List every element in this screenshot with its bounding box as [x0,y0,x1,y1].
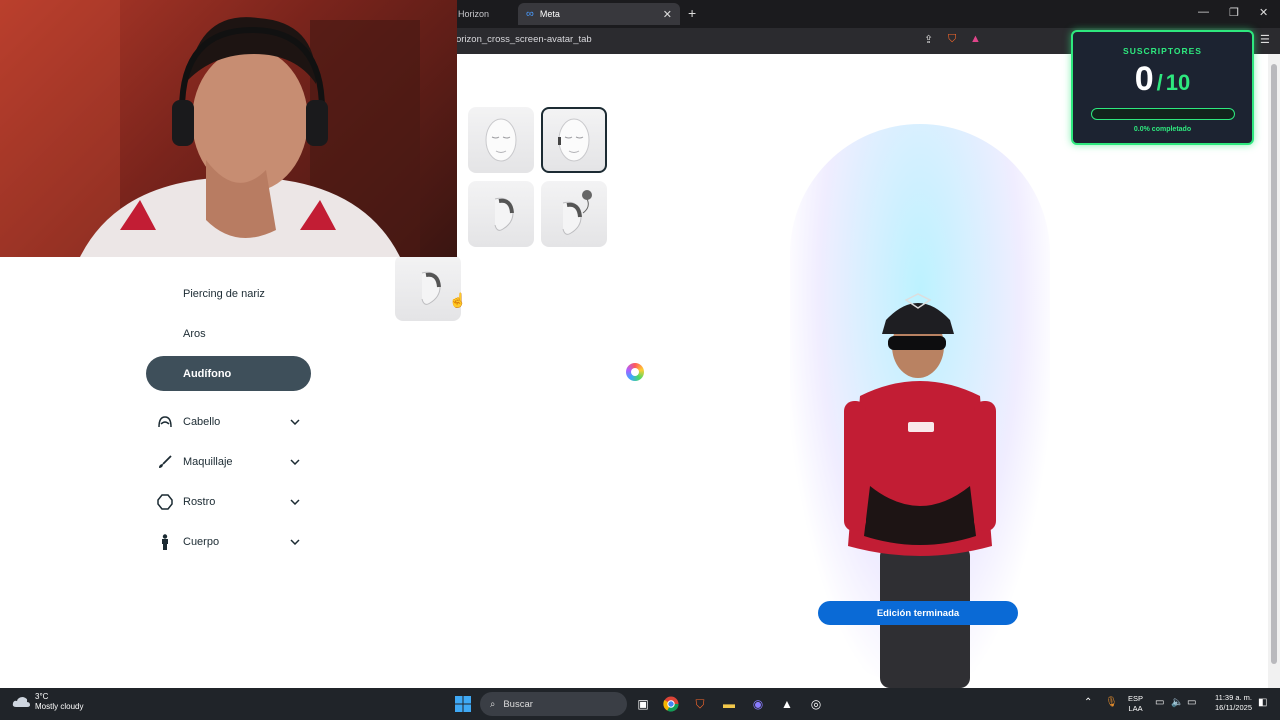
search-icon: ⌕ [490,698,496,710]
tab-horizon[interactable]: Horizon [450,3,514,25]
notification-icon[interactable]: ◧ [1258,697,1267,708]
weather-widget[interactable]: 3°C Mostly cloudy [12,692,83,712]
keyboard-layout: LAA [1128,704,1143,713]
clock-time: 11:39 a. m. [1215,693,1252,702]
network-icon[interactable]: ▭ [1155,697,1164,708]
chevron-down-icon [290,536,300,548]
brave-shield-icon[interactable]: ⛉ [948,33,956,46]
menu-item-label: Audífono [183,367,232,380]
clock[interactable]: 11:39 a. m. 16/11/2025 [1206,693,1252,713]
finish-editing-button[interactable]: Edición terminada [818,601,1018,625]
category-label: Cuerpo [183,536,220,548]
language-indicator[interactable]: ESP LAA [1128,694,1143,714]
microphone-icon[interactable]: 🎙 [1105,697,1118,708]
app-icon[interactable]: ◉ [749,695,767,713]
subscriber-goal: 10 [1165,70,1191,95]
windows-taskbar: 3°C Mostly cloudy ⌕ Buscar ▣ ⛉ ▬ ◉ ▲ ◎ ⌃… [0,688,1280,720]
face-option-thumbnail[interactable] [468,107,534,173]
weather-temp: 3°C [35,692,49,701]
search-placeholder: Buscar [503,698,533,710]
avatar-3d-preview [844,293,996,688]
face-option-thumbnail-selected[interactable] [541,107,607,173]
brush-icon [156,454,174,470]
menu-item-hearing-aid[interactable]: Audífono [146,356,311,391]
app-icon[interactable]: ▲ [778,695,796,713]
brave-rewards-icon[interactable]: ▲ [970,33,981,45]
face-icon [156,494,174,510]
ear-icon [494,197,514,231]
subscriber-separator: / [1156,70,1163,95]
hand-cursor-icon: ☝ [449,292,467,308]
menu-icon[interactable]: ☰ [1260,33,1270,46]
streamer-camera-image [0,0,420,257]
ear-icon [421,271,441,305]
close-tab-icon[interactable]: ✕ [663,8,672,21]
webcam-overlay [0,0,457,257]
category-makeup[interactable]: Maquillaje [156,450,306,474]
scrollbar-thumb[interactable] [1271,64,1277,664]
subscriber-progress-bar [1091,108,1235,120]
language-code: ESP [1128,694,1144,703]
tab-meta-label: Meta [539,9,560,19]
weather-description: Mostly cloudy [35,702,84,711]
body-icon [156,534,174,550]
subscriber-current: 0 [1134,60,1154,98]
volume-icon[interactable]: 🔈 [1171,697,1183,708]
hearing-aid-option[interactable] [395,255,461,321]
loading-spinner-icon [626,363,644,381]
category-hair[interactable]: Cabello [156,410,306,434]
hair-icon [156,415,174,429]
clock-date: 16/11/2025 [1215,703,1252,712]
chevron-down-icon [290,496,300,508]
subscriber-goal-title: SUSCRIPTORES [1123,46,1202,56]
chrome-icon[interactable] [662,695,680,713]
brave-browser-icon[interactable]: ⛉ [691,695,709,713]
tab-meta[interactable]: ∞ Meta ✕ [518,3,680,25]
chevron-down-icon [290,416,300,428]
face-icon [558,118,590,162]
chevron-down-icon [290,456,300,468]
menu-item-earrings[interactable]: Aros [146,316,311,351]
face-icon [485,118,517,162]
new-tab-button[interactable]: + [688,5,696,21]
subscriber-progress-text: 0.0% completado [1133,126,1192,133]
menu-item-label: Aros [183,327,206,340]
category-body[interactable]: Cuerpo [156,530,306,554]
app-icon[interactable]: ◎ [807,695,825,713]
chevron-up-icon[interactable]: ⌃ [1084,697,1092,708]
meta-logo-icon: ∞ [526,8,534,20]
category-label: Maquillaje [183,456,233,468]
hearing-aid-option[interactable] [468,181,534,247]
taskbar-search[interactable]: ⌕ Buscar [480,692,627,716]
windows-logo-icon [455,696,471,712]
page-scrollbar[interactable] [1268,54,1280,688]
cloud-icon [12,697,30,707]
tab-horizon-label: Horizon [458,9,490,19]
restore-icon[interactable]: ❐ [1229,6,1239,19]
category-label: Cabello [183,416,221,428]
ear-icon [562,190,592,235]
category-label: Rostro [183,496,216,508]
menu-item-nose-piercing[interactable]: Piercing de nariz [146,276,311,311]
subscriber-count: 0/10 [1073,60,1252,99]
menu-item-label: Piercing de nariz [183,287,265,300]
category-face[interactable]: Rostro [156,490,306,514]
task-view-icon[interactable]: ▣ [634,695,652,713]
subscriber-goal-widget: SUSCRIPTORES 0/10 0.0% completado [1071,30,1254,145]
file-explorer-icon[interactable]: ▬ [720,695,738,713]
share-icon[interactable]: ⇪ [924,33,933,46]
start-button[interactable] [454,695,472,713]
battery-icon[interactable]: ▭ [1187,697,1196,708]
close-window-icon[interactable]: ✕ [1259,6,1268,19]
cochlear-implant-option[interactable] [541,181,607,247]
url-field[interactable]: orizon_cross_screen-avatar_tab [456,34,592,45]
minimize-icon[interactable]: — [1198,6,1209,18]
